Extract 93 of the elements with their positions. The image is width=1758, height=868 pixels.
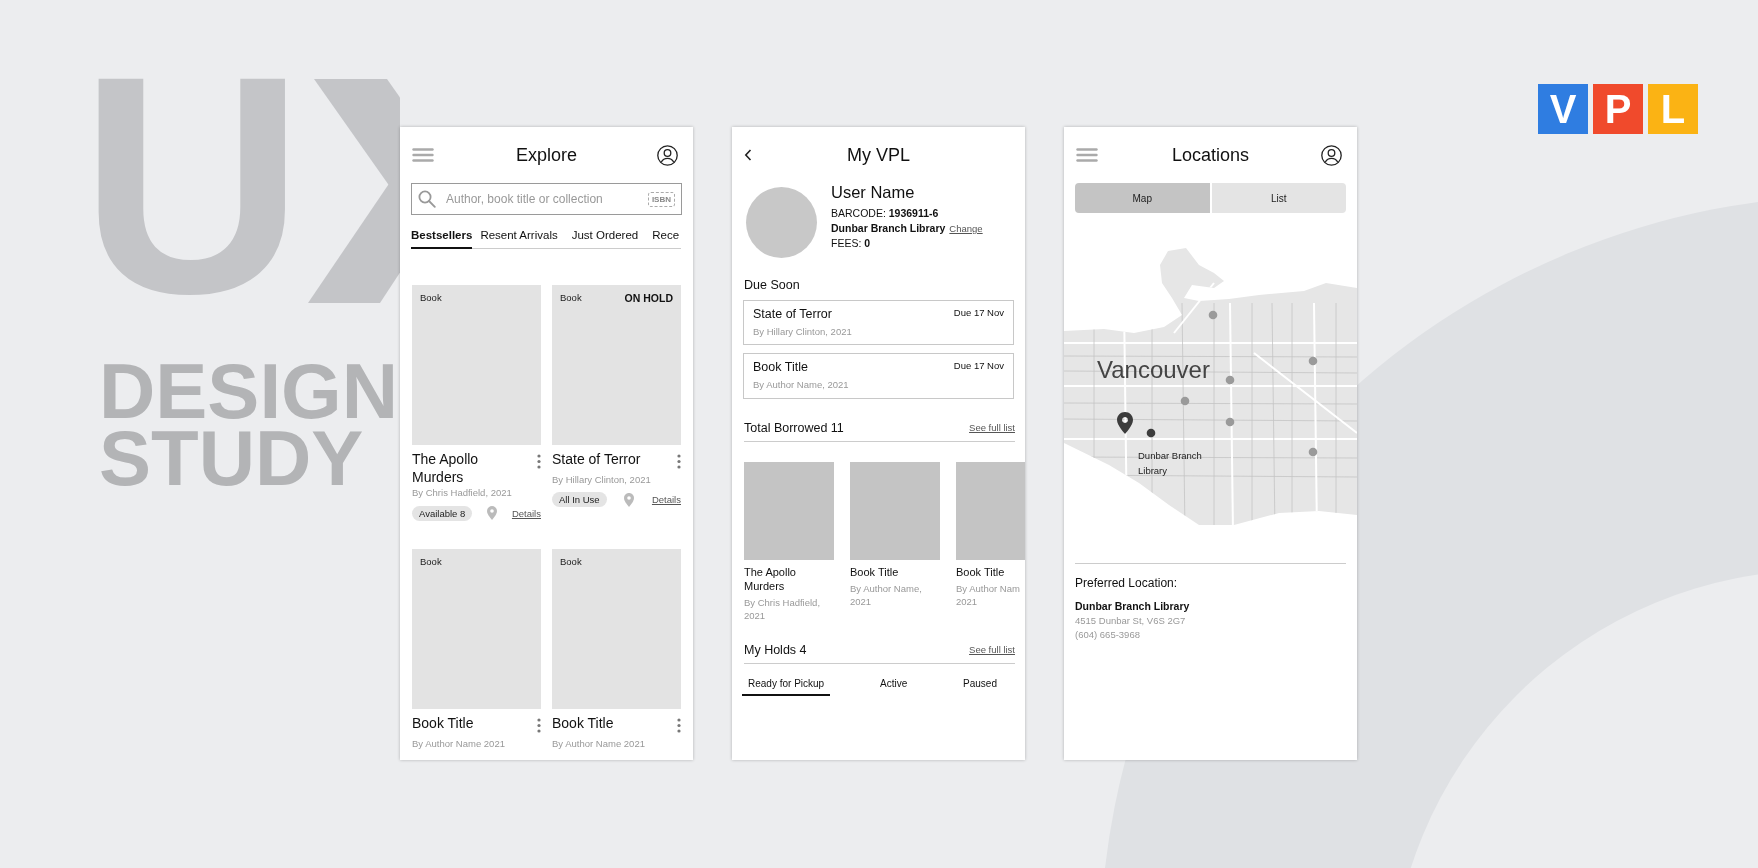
book-title: The Apollo Murders: [744, 564, 797, 594]
more-icon[interactable]: [677, 454, 681, 469]
due-date: Due 17 Nov: [953, 307, 1004, 320]
book-author: By Author Name 2021: [412, 736, 506, 750]
book-title: State of Terror: [552, 450, 641, 469]
due-date: Due 17 Nov: [953, 360, 1004, 374]
details-link[interactable]: Details: [511, 507, 541, 519]
category-tab[interactable]: Bestsellers: [411, 229, 473, 249]
location-dot[interactable]: [1146, 428, 1156, 438]
availability-badge: All In Use: [552, 492, 607, 508]
location-dot[interactable]: [1180, 396, 1190, 406]
view-toggle-tab[interactable]: Map: [1075, 183, 1210, 213]
screen-title: My VPL: [847, 144, 910, 166]
screen-title: Explore: [516, 144, 577, 166]
barcode-text: BARCODE: 1936911-6: [831, 207, 939, 219]
book-author: 2021: [744, 609, 767, 623]
book-author: By Hillary Clinton, 2021: [552, 473, 652, 487]
more-icon[interactable]: [537, 717, 541, 733]
holds-tab[interactable]: Active: [874, 677, 914, 696]
book-author: By Author Nam: [956, 581, 1021, 596]
user-icon[interactable]: [1321, 144, 1342, 166]
change-link[interactable]: Change: [949, 223, 983, 234]
book-cover[interactable]: Book: [552, 548, 681, 709]
branch-phone: (604) 665-3968: [1075, 629, 1141, 640]
hold-label: ON HOLD: [624, 292, 673, 304]
menu-icon[interactable]: [412, 148, 434, 162]
user-name: User Name: [831, 183, 916, 202]
book-author: By Chris Hadfield,: [744, 596, 822, 610]
see-full-list-link[interactable]: See full list: [969, 644, 1015, 656]
map-branch-label: Dunbar Branch Library: [1138, 449, 1203, 478]
book-author: By Hillary Clinton, 2021: [753, 325, 852, 339]
holds-tab[interactable]: Ready for Pickup: [742, 677, 831, 696]
user-icon[interactable]: [657, 144, 678, 166]
branch-address: 4515 Dunbar St, V6S 2G7: [1075, 615, 1187, 626]
book-title: Book Title: [753, 360, 809, 375]
fees-text: FEES: 0: [831, 237, 871, 249]
logo-letter: V: [1538, 84, 1588, 134]
book-title: State of Terror: [753, 307, 833, 321]
holds-tab[interactable]: Paused: [957, 677, 1003, 696]
category-tab[interactable]: Rece: [652, 229, 680, 249]
section-heading: Due Soon: [743, 278, 801, 292]
cover-label: Book: [420, 555, 442, 567]
location-dot[interactable]: [1225, 417, 1235, 427]
book-author: By Author Name 2021: [552, 736, 646, 750]
menu-icon[interactable]: [1076, 148, 1098, 162]
details-link[interactable]: Details: [651, 494, 681, 506]
logo-letter: L: [1648, 84, 1698, 134]
book-author: 2021: [850, 595, 873, 609]
map-pin-icon[interactable]: [1117, 412, 1133, 434]
book-author: By Author Name,: [850, 581, 923, 596]
book-title: Book Title: [552, 713, 614, 732]
book-author: By Author Name, 2021: [753, 378, 849, 392]
more-icon[interactable]: [537, 454, 541, 469]
isbn-scan-button[interactable]: ISBN: [647, 191, 675, 207]
due-item-card[interactable]: State of Terror By Hillary Clinton, 2021 Due 17 Nov: [743, 300, 1014, 346]
location-dot[interactable]: [1225, 375, 1235, 385]
cover-label: Book: [420, 292, 442, 303]
location-dot[interactable]: [1308, 447, 1318, 457]
map-city-label: Vancouver: [1097, 356, 1210, 384]
cover-label: Book: [560, 292, 582, 303]
logo-letter: P: [1593, 84, 1643, 134]
due-item-card[interactable]: Book Title By Author Name, 2021 Due 17 Nov: [743, 353, 1014, 399]
book-title: Book Title: [850, 564, 900, 579]
category-tab[interactable]: Just Ordered: [571, 229, 639, 249]
branch-name: Dunbar Branch Library: [1075, 600, 1191, 612]
more-icon[interactable]: [677, 717, 681, 733]
book-cover[interactable]: Book: [412, 285, 541, 445]
section-heading: My Holds 4: [744, 642, 807, 657]
design-study-title: DESIGN: [99, 358, 399, 425]
section-heading: Total Borrowed 11: [744, 420, 844, 435]
branch-name: Dunbar Branch Library: [831, 222, 946, 234]
book-author: By Chris Hadfield, 2021: [412, 486, 513, 500]
view-toggle-tab[interactable]: List: [1211, 183, 1346, 213]
see-full-list-link[interactable]: See full list: [969, 422, 1015, 434]
book-cover[interactable]: Book: [412, 548, 541, 709]
screen-title: Locations: [1171, 144, 1250, 166]
category-tab[interactable]: Resent Arrivals: [480, 229, 558, 249]
pin-icon: [487, 506, 498, 521]
search-icon: [418, 190, 436, 208]
availability-badge: Available 8: [412, 505, 473, 521]
book-cover[interactable]: Book ON HOLD: [552, 285, 681, 445]
design-study-title: STUDY: [99, 425, 364, 492]
search-field[interactable]: Author, book title or collection ISBN: [411, 183, 682, 215]
location-dot[interactable]: [1308, 356, 1318, 366]
location-dot[interactable]: [1208, 310, 1218, 320]
pin-icon: [624, 492, 635, 507]
cover-label: Book: [560, 555, 582, 567]
back-icon[interactable]: [744, 149, 752, 161]
book-author: 2021: [956, 595, 979, 609]
book-title: Book Title: [956, 564, 1006, 579]
book-title: Book Title: [412, 713, 474, 732]
book-title: The Apollo Murders: [412, 450, 480, 487]
section-heading: Preferred Location:: [1075, 576, 1179, 590]
